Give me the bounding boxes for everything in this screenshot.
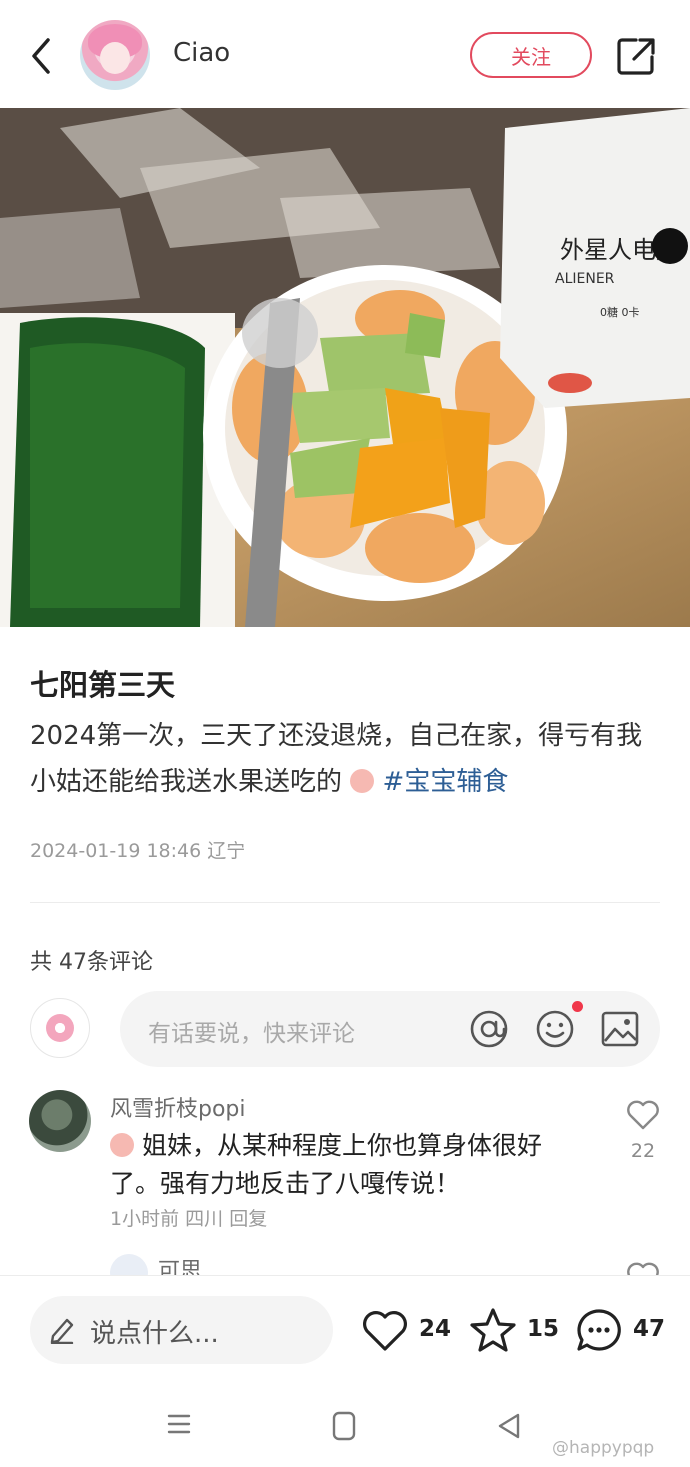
comment-bubble-icon[interactable] xyxy=(574,1306,624,1354)
comment-like-heart-icon[interactable] xyxy=(624,1096,662,1132)
post-date: 2024-01-19 18:46 xyxy=(30,840,202,862)
like-count: 24 xyxy=(419,1316,452,1342)
comment-count: 共 47条评论 xyxy=(30,950,153,975)
recent-apps-icon[interactable] xyxy=(165,1412,193,1436)
favorite-count: 15 xyxy=(527,1316,560,1342)
crying-emoji-icon xyxy=(110,1133,134,1157)
emoji-icon[interactable] xyxy=(534,1008,576,1050)
crying-emoji-icon xyxy=(350,769,375,793)
comment-text: 姐妹，从某种程度上你也算身体很好了。强有力地反击了八嘎传说！ xyxy=(110,1127,590,1203)
commenter-name[interactable]: 风雪折枝popi xyxy=(110,1091,246,1123)
post-location: 辽宁 xyxy=(207,840,246,862)
comment-input-placeholder: 有话要说，快来评论 xyxy=(148,1021,355,1047)
image-picker-icon[interactable] xyxy=(599,1008,641,1050)
drink-brand-text: ALIENER xyxy=(555,271,615,287)
post-meta: 2024-01-19 18:46 辽宁 xyxy=(30,836,245,863)
commenter-avatar[interactable] xyxy=(29,1090,91,1152)
comment-meta: 1小时前 四川 回复 xyxy=(110,1204,267,1231)
post-photo[interactable]: 外星人电解 ALIENER 0糖 0卡 xyxy=(0,108,690,627)
watermark: @happypqp xyxy=(552,1438,655,1458)
share-icon[interactable] xyxy=(614,34,658,78)
system-back-icon[interactable] xyxy=(496,1412,522,1440)
divider xyxy=(30,902,660,903)
comment-reply-button[interactable]: 回复 xyxy=(229,1208,267,1230)
at-mention-icon[interactable] xyxy=(468,1008,510,1050)
post-body-text: 2024第一次，三天了还没退烧，自己在家，得亏有我小姑还能给我送水果送吃的 xyxy=(30,721,643,797)
notification-dot xyxy=(572,1001,583,1012)
author-avatar[interactable] xyxy=(80,20,150,90)
follow-button[interactable]: 关注 xyxy=(470,32,592,78)
post-photo-illustration: 外星人电解 ALIENER 0糖 0卡 xyxy=(0,108,690,627)
pencil-icon xyxy=(50,1318,74,1344)
home-icon[interactable] xyxy=(331,1410,357,1442)
hashtag-link[interactable]: #宝宝辅食 xyxy=(383,767,509,797)
comment-location: 四川 xyxy=(185,1208,224,1230)
say-something-placeholder: 说点什么... xyxy=(90,1319,219,1349)
back-arrow-icon[interactable] xyxy=(26,36,62,76)
post-body: 2024第一次，三天了还没退烧，自己在家，得亏有我小姑还能给我送水果送吃的 #宝… xyxy=(30,713,660,805)
comment-count-bottom: 47 xyxy=(633,1316,666,1342)
post-title: 七阳第三天 xyxy=(30,668,176,702)
donut-icon xyxy=(46,1014,74,1042)
author-name[interactable]: Ciao xyxy=(173,38,230,68)
comment-time: 1小时前 xyxy=(110,1208,180,1230)
drink-tag-text: 0糖 0卡 xyxy=(600,305,640,319)
comment-text-content: 姐妹，从某种程度上你也算身体很好了。强有力地反击了八嘎传说！ xyxy=(110,1131,542,1198)
favorite-star-icon[interactable] xyxy=(467,1306,519,1354)
my-avatar[interactable] xyxy=(30,998,90,1058)
like-heart-icon[interactable] xyxy=(360,1306,410,1354)
comment-like-count: 22 xyxy=(630,1140,656,1162)
